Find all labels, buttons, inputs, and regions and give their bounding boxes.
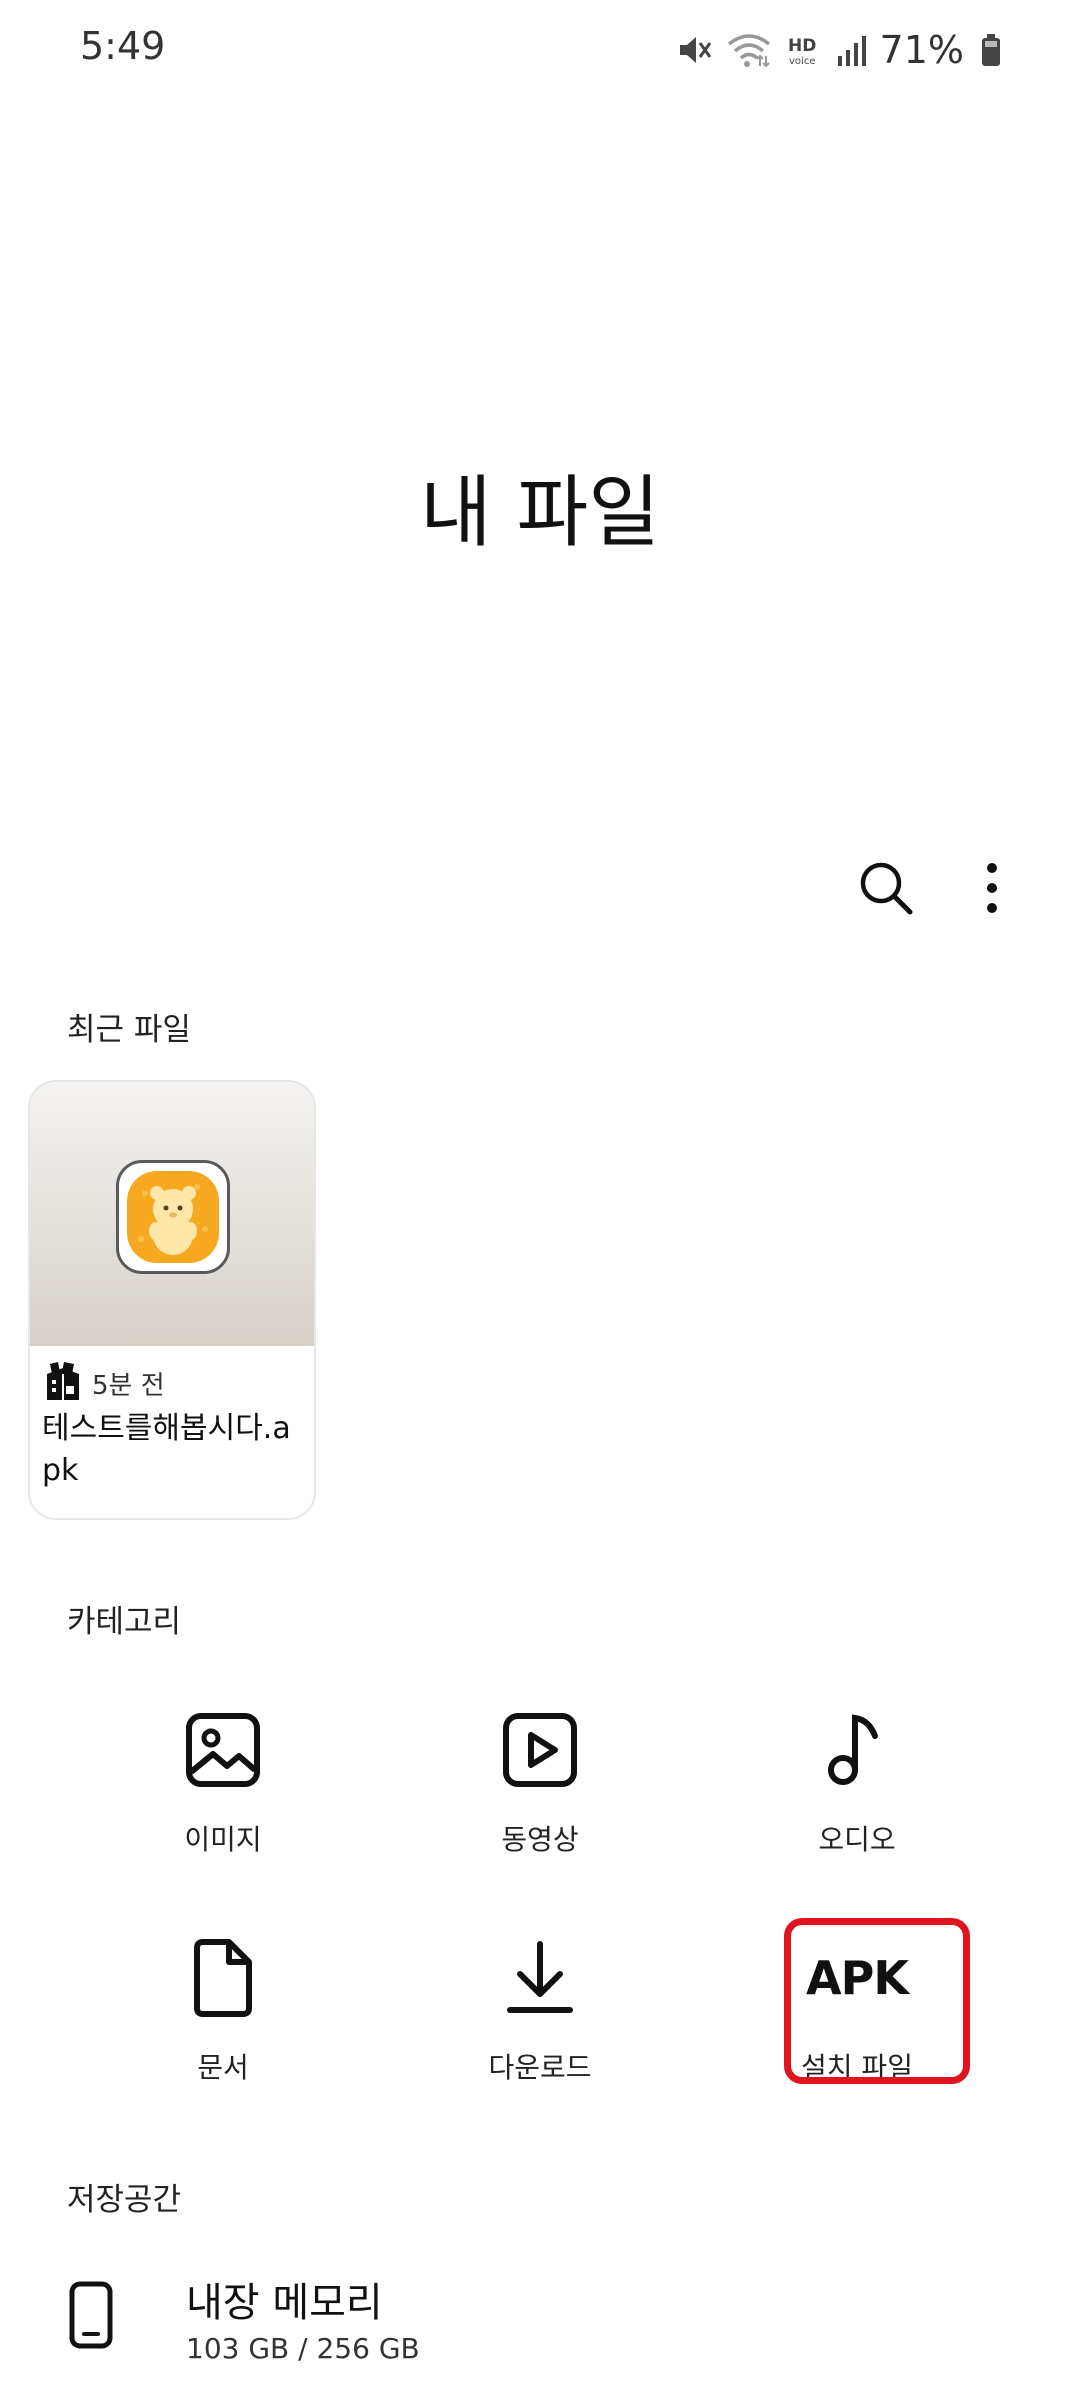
recent-file-meta: 5분 전 bbox=[44, 1360, 165, 1406]
category-downloads[interactable]: 다운로드 bbox=[420, 1918, 660, 2098]
storage-title: 저장공간 bbox=[67, 2182, 182, 2218]
category-documents[interactable]: 문서 bbox=[103, 1918, 343, 2098]
wifi-icon bbox=[726, 32, 772, 68]
highlight-box bbox=[784, 1918, 970, 2084]
recent-file-card[interactable]: 5분 전 테스트를해봅시다.apk bbox=[28, 1080, 316, 1520]
category-documents-label: 문서 bbox=[197, 2051, 249, 2084]
phone-icon bbox=[69, 2281, 113, 2349]
archive-box-icon bbox=[44, 1360, 82, 1406]
category-downloads-label: 다운로드 bbox=[488, 2051, 592, 2084]
category-images[interactable]: 이미지 bbox=[103, 1690, 343, 1870]
storage-size: 103 GB / 256 GB bbox=[186, 2332, 420, 2365]
music-note-icon bbox=[828, 1714, 878, 1785]
battery-icon bbox=[980, 32, 1002, 68]
status-icons: HD voice 71% bbox=[676, 26, 1002, 74]
recent-file-time: 5분 전 bbox=[92, 1370, 165, 1401]
recent-files-title: 최근 파일 bbox=[67, 1012, 191, 1048]
page-title: 내 파일 bbox=[419, 468, 661, 558]
category-videos[interactable]: 동영상 bbox=[420, 1690, 660, 1870]
download-icon bbox=[507, 1941, 573, 2013]
status-time: 5:49 bbox=[80, 24, 166, 68]
categories-title: 카테고리 bbox=[67, 1604, 182, 1640]
hd-voice-icon: HD voice bbox=[786, 32, 822, 68]
more-options-button[interactable] bbox=[952, 848, 1032, 928]
image-icon bbox=[186, 1713, 260, 1787]
category-images-label: 이미지 bbox=[184, 1823, 262, 1856]
category-audio-label: 오디오 bbox=[818, 1823, 896, 1856]
category-audio[interactable]: 오디오 bbox=[737, 1690, 977, 1870]
recent-file-name: 테스트를해봅시다.apk bbox=[42, 1411, 291, 1488]
mute-icon bbox=[676, 32, 712, 68]
more-options-icon bbox=[987, 863, 997, 913]
app-thumbnail-icon bbox=[116, 1160, 230, 1274]
svg-text:voice: voice bbox=[789, 56, 815, 67]
internal-storage-item[interactable]: 내장 메모리 103 GB / 256 GB bbox=[0, 2240, 1080, 2390]
battery-percentage: 71% bbox=[879, 28, 964, 72]
storage-name: 내장 메모리 bbox=[186, 2280, 383, 2326]
search-icon bbox=[860, 862, 913, 915]
document-icon bbox=[194, 1939, 252, 2017]
search-button[interactable] bbox=[846, 848, 926, 928]
recent-file-thumbnail bbox=[30, 1082, 314, 1346]
status-bar: 5:49 HD voice 71% bbox=[0, 0, 1080, 100]
video-icon bbox=[503, 1713, 577, 1787]
svg-text:HD: HD bbox=[788, 36, 816, 56]
category-videos-label: 동영상 bbox=[501, 1823, 579, 1856]
signal-icon bbox=[836, 32, 866, 68]
